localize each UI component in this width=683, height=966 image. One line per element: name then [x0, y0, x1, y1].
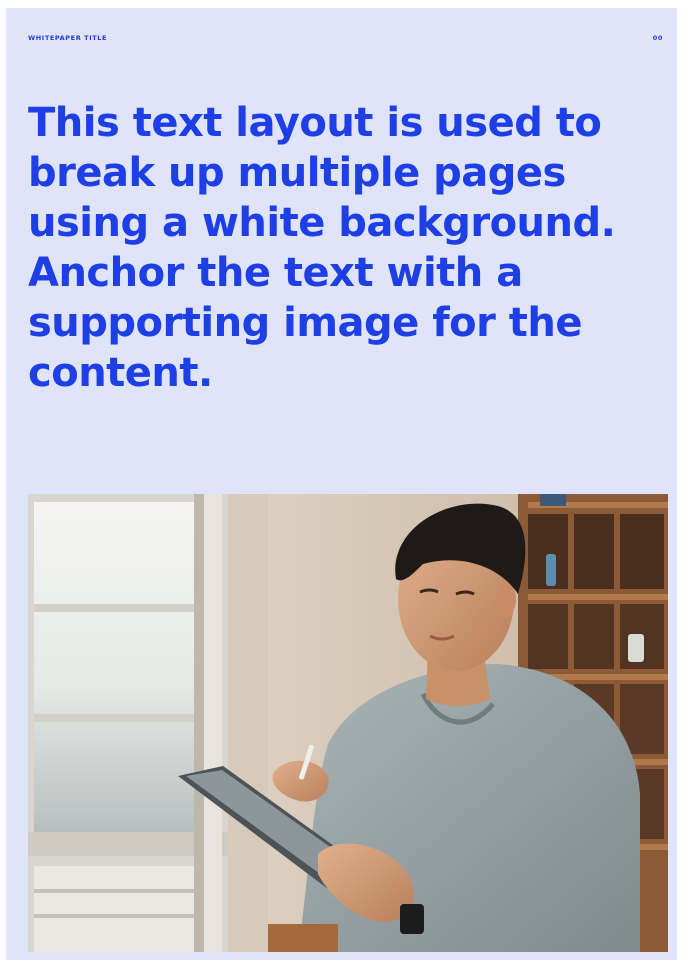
whitepaper-title: WHITEPAPER TITLE: [28, 34, 108, 42]
headline-line: Anchor the text with a: [28, 250, 523, 296]
supporting-photo: [28, 494, 668, 952]
headline-line: break up multiple pages: [28, 150, 566, 196]
page-number: 00: [652, 34, 663, 42]
headline: This text layout is used to break up mul…: [28, 98, 668, 398]
headline-line: supporting image for the: [28, 300, 582, 346]
headline-line: This text layout is used to: [28, 100, 602, 146]
headline-line: using a white background.: [28, 200, 616, 246]
document-page: WHITEPAPER TITLE 00 This text layout is …: [6, 8, 677, 960]
headline-line: content.: [28, 350, 213, 396]
photo-man-with-tablet-icon: [28, 494, 668, 952]
